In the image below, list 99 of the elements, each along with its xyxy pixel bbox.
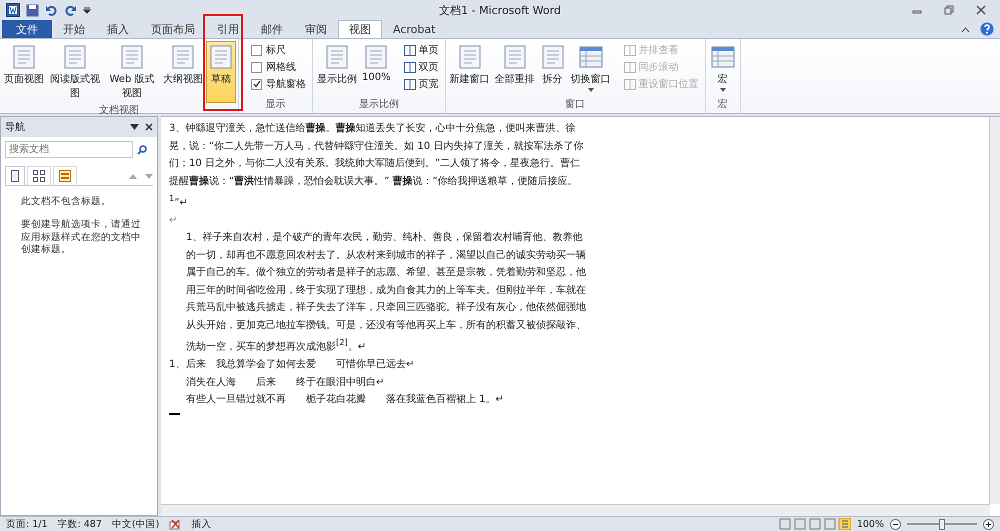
zoom-in-icon[interactable] (983, 518, 994, 530)
view-button[interactable]: 全部重排 (492, 41, 537, 97)
view-button[interactable]: 100% (360, 41, 393, 97)
paragraph: 3、钟繇退守潼关，急忙送信给曹操。曹操知道丢失了长安，心中十分焦急，便叫来曹洪、徐晃，说：“你二人先带一万人马，代替钟繇守住潼关。如 10 日内失掉了潼关，就按军法杀了你们；10 日之外，与你二人没有关系。我统帅大军随后便到。”二人领了将令，星夜急行。曹仁提醒曹操说：“曹洪性情暴躁，恐怕会耽误大事。” 曹操说：“你给我押送粮草，便随后接应。$^{1}$”↵ (169, 122, 584, 210)
document-icon (11, 44, 37, 70)
collapse-ribbon-icon[interactable] (961, 26, 970, 32)
restore-icon[interactable] (944, 5, 954, 15)
view-button[interactable]: 页面视图 (2, 41, 46, 103)
document-icon (363, 44, 390, 70)
vertical-scrollbar[interactable] (989, 117, 1000, 504)
status-item[interactable]: 插入 (191, 518, 212, 530)
status-item[interactable]: 页面: 1/1 (6, 518, 48, 530)
window-icon (710, 44, 736, 70)
document-icon (208, 44, 234, 70)
view-button[interactable]: 草稿 (206, 41, 236, 103)
document-icon (502, 44, 528, 70)
page-icon (11, 170, 19, 182)
small-button[interactable]: 双页 (404, 60, 439, 74)
zoom-out-icon[interactable] (890, 518, 901, 530)
group-label: 显示比例 (358, 98, 400, 112)
results-tab[interactable] (53, 166, 77, 185)
group-label: 显示 (264, 98, 286, 112)
word-logo-icon[interactable] (6, 3, 20, 17)
redo-icon[interactable] (64, 4, 77, 16)
page-icon (404, 44, 416, 56)
lyric-line: 有些人一旦错过就不再 栀子花白花瓣 落在我蓝色百褶裙上 1。↵ (185, 392, 505, 408)
page-icon (404, 62, 416, 72)
document-icon (119, 44, 145, 70)
checkbox[interactable] (251, 62, 262, 72)
close-icon[interactable] (976, 5, 986, 15)
view-button[interactable]: 阅读版式视图 (47, 41, 103, 103)
horizontal-scrollbar[interactable] (161, 504, 990, 516)
thumbnails-icon (33, 170, 45, 182)
ribbon-tab[interactable]: 开始 (52, 20, 96, 38)
checkbox-option[interactable]: 网格线 (251, 60, 306, 74)
checkbox-option[interactable]: 导航窗格 (251, 77, 306, 91)
save-icon[interactable] (26, 4, 39, 16)
empty-message: 此文档不包含标题。 (21, 196, 112, 209)
page-icon (624, 62, 636, 72)
document-icon (456, 44, 483, 70)
page-icon (624, 78, 636, 90)
slider-thumb[interactable] (939, 518, 945, 530)
window-title: 文档1 - Microsoft Word (439, 2, 561, 18)
page-icon (624, 44, 636, 56)
search-field[interactable]: 搜索文档 (5, 141, 133, 158)
view-button[interactable]: Web 版式视图 (104, 41, 160, 103)
headings-tab[interactable] (5, 166, 25, 185)
search-icon[interactable] (137, 144, 147, 154)
document-icon (324, 44, 350, 70)
hint-text: 要创建导航选项卡，请通过应用标题样式在您的文档中创建标题。 (21, 218, 142, 258)
group-label: 窗口 (564, 98, 586, 112)
status-item[interactable]: 中文(中国) (112, 518, 160, 530)
lyric-line: 消失在人海 后来 终于在眼泪中明白↵ (185, 376, 386, 390)
ribbon-tab[interactable]: 审阅 (294, 20, 338, 38)
small-button[interactable]: 页宽 (404, 77, 439, 91)
group-label: 宏 (716, 98, 729, 112)
window-icon (578, 44, 604, 70)
caret-icon (720, 88, 726, 92)
list-number: 1、 (169, 358, 186, 372)
ribbon-tab[interactable]: 邮件 (250, 20, 294, 38)
view-button[interactable]: 新建窗口 (448, 41, 492, 97)
view-icons-icon[interactable] (778, 518, 851, 530)
checkmark-icon (252, 80, 260, 88)
document-icon (170, 44, 196, 70)
status-item[interactable]: 字数: 487 (58, 518, 102, 530)
ribbon-tab[interactable]: Acrobat (382, 20, 446, 38)
document-icon (540, 44, 566, 70)
pane-title: 导航 (5, 120, 26, 134)
end-mark (169, 412, 180, 415)
checkbox-option[interactable]: 标尺 (251, 43, 306, 57)
checkbox[interactable] (251, 44, 262, 56)
file-tab[interactable]: 文件 (2, 20, 52, 38)
list-icon (59, 170, 71, 182)
ribbon-tab[interactable]: 插入 (96, 20, 140, 38)
lyric-line: 后来 我总算学会了如何去爱 可惜你早已远去↵ (186, 358, 414, 372)
customize-caret-icon[interactable] (83, 6, 91, 14)
ribbon-tab[interactable]: 页面布局 (140, 20, 206, 38)
close-icon[interactable] (145, 123, 153, 131)
dropdown-caret-icon[interactable] (130, 124, 139, 130)
checkbox[interactable] (251, 78, 262, 90)
view-button[interactable]: 大纲视图 (161, 41, 205, 103)
view-button[interactable]: 拆分 (538, 41, 568, 97)
page-icon (404, 78, 416, 90)
document-icon (62, 44, 88, 70)
paragraph-mark: ↵ (169, 214, 178, 228)
pages-tab[interactable] (27, 166, 51, 185)
zoom-level[interactable]: 100% (856, 518, 884, 530)
paragraph: 1、祥子来自农村，是个破产的青年农民，勤劳、纯朴、善良，保留着农村哺育他、教养他的一切，却再也不愿意回农村去了。从农村来到城市的祥子，渴望以自己的诚实劳动买一辆属于自己的车。做个独立的劳动者是祥子的志愿、希望、甚至是宗教，凭着勤劳和坚忍，他用三年的时间省吃俭用，终于实现了理想，成为自食其力的上等车夫。但刚拉半年，车就在兵荒马乱中被逃兵掳走，祥子失去了洋车，只牵回三匹骆驼。祥子没有灰心，他依然倔强地从头开始，更加克己地拉车攒钱。可是，还没有等他再买上车，所有的积蓄又被侦探敲诈、洗劫一空，买车的梦想再次成泡影$^{[2]}$。↵ (185, 230, 586, 355)
group-label: 文档视图 (98, 104, 140, 118)
dropdown-button[interactable]: 宏 (708, 41, 738, 97)
undo-icon[interactable] (45, 4, 58, 16)
ribbon-tab[interactable]: 视图 (338, 20, 382, 38)
caret-icon (588, 88, 594, 92)
small-button[interactable]: 单页 (404, 43, 439, 57)
help-icon[interactable] (980, 22, 994, 36)
dropdown-button[interactable]: 切换窗口 (568, 41, 613, 97)
view-button[interactable]: 显示比例 (315, 41, 359, 97)
ribbon-tab[interactable]: 引用 (206, 20, 250, 38)
proofing-icon[interactable] (169, 518, 182, 530)
